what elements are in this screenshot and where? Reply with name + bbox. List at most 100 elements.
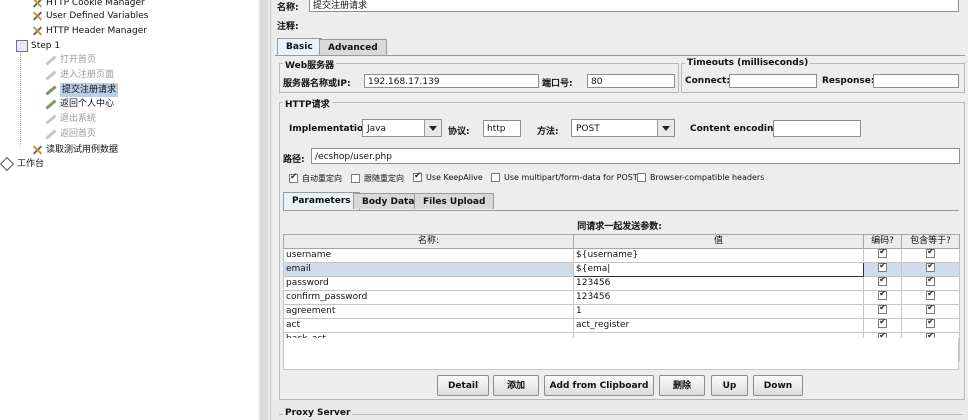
table-empty-area[interactable] bbox=[283, 338, 959, 370]
param-name-cell[interactable]: agreement bbox=[283, 304, 574, 319]
encode-cell[interactable] bbox=[863, 318, 902, 333]
include-equals-cell[interactable] bbox=[901, 318, 960, 333]
checkbox-icon[interactable] bbox=[351, 174, 360, 183]
name-label: 名称: bbox=[277, 3, 299, 13]
checkbox-icon[interactable] bbox=[413, 171, 422, 182]
response-field[interactable] bbox=[873, 74, 959, 88]
table-row[interactable]: username ${username} bbox=[283, 248, 960, 263]
param-name-cell[interactable]: password bbox=[283, 276, 574, 291]
option-checkbox[interactable]: 跟随重定向 bbox=[351, 173, 404, 184]
down-button[interactable]: Down bbox=[753, 375, 803, 396]
port-field[interactable]: 80 bbox=[587, 74, 675, 88]
add-from-clipboard-button[interactable]: Add from Clipboard bbox=[544, 375, 654, 396]
checkbox-icon[interactable] bbox=[289, 172, 298, 183]
chevron-down-icon[interactable] bbox=[424, 120, 441, 136]
option-checkbox[interactable]: Use multipart/form-data for POST bbox=[491, 173, 638, 182]
table-row[interactable]: act act_register bbox=[283, 318, 960, 333]
connect-label: Connect: bbox=[685, 76, 730, 86]
detail-button[interactable]: Detail bbox=[437, 375, 489, 396]
tree-item[interactable]: 工作台 bbox=[0, 156, 44, 172]
encode-cell[interactable] bbox=[863, 290, 902, 305]
test-plan-tree[interactable]: HTTP Cookie Manager User Defined Variable… bbox=[0, 0, 259, 420]
tab-files-upload[interactable]: Files Upload bbox=[414, 193, 495, 209]
sampler-panel: 名称: 提交注册请求 注释: Basic Advanced Web服务器 服务器… bbox=[271, 0, 968, 420]
tree-item[interactable]: Step 1 bbox=[16, 39, 60, 53]
checkbox-icon[interactable] bbox=[491, 173, 500, 182]
option-checkbox[interactable]: 自动重定向 bbox=[289, 172, 342, 184]
checkbox-icon[interactable] bbox=[926, 277, 935, 286]
tree-item[interactable]: 返回个人中心 bbox=[44, 97, 114, 111]
table-row[interactable]: email ${ema| bbox=[283, 262, 960, 277]
encode-cell[interactable] bbox=[863, 262, 902, 277]
checkbox-icon[interactable] bbox=[878, 277, 887, 286]
checkbox-icon[interactable] bbox=[878, 291, 887, 300]
tab-parameters[interactable]: Parameters bbox=[283, 192, 360, 210]
checkbox-icon[interactable] bbox=[926, 291, 935, 300]
server-field[interactable]: 192.168.17.139 bbox=[364, 74, 539, 88]
column-header-include-equals[interactable]: 包含等于? bbox=[901, 234, 960, 249]
param-value-cell[interactable]: ${username} bbox=[573, 248, 864, 263]
encode-cell[interactable] bbox=[863, 304, 902, 319]
include-equals-cell[interactable] bbox=[901, 290, 960, 305]
include-equals-cell[interactable] bbox=[901, 248, 960, 263]
checkbox-icon[interactable] bbox=[926, 319, 935, 328]
encode-cell[interactable] bbox=[863, 248, 902, 263]
scrollbar-thumb[interactable] bbox=[260, 0, 268, 420]
checkbox-icon[interactable] bbox=[926, 305, 935, 314]
table-row[interactable]: agreement 1 bbox=[283, 304, 960, 319]
checkbox-icon[interactable] bbox=[926, 263, 935, 272]
up-button[interactable]: Up bbox=[711, 375, 748, 396]
content-encoding-field[interactable] bbox=[773, 120, 861, 137]
tree-item[interactable]: HTTP Header Manager bbox=[30, 24, 147, 38]
tab-body-data[interactable]: Body Data bbox=[353, 193, 424, 209]
tree-item[interactable]: 进入注册页面 bbox=[44, 68, 114, 82]
checkbox-icon[interactable] bbox=[878, 249, 887, 258]
checkbox-icon[interactable] bbox=[637, 173, 646, 182]
option-checkbox[interactable]: Use KeepAlive bbox=[413, 171, 483, 182]
tree-item[interactable]: 返回首页 bbox=[44, 127, 96, 141]
table-row[interactable]: confirm_password 123456 bbox=[283, 290, 960, 305]
tab-basic[interactable]: Basic bbox=[277, 38, 322, 56]
column-header-value[interactable]: 值 bbox=[573, 234, 864, 249]
name-field[interactable]: 提交注册请求 bbox=[309, 0, 959, 12]
param-value-cell[interactable]: 1 bbox=[573, 304, 864, 319]
param-name-cell[interactable]: act bbox=[283, 318, 574, 333]
chevron-down-icon[interactable] bbox=[657, 120, 674, 136]
delete-button[interactable]: 删除 bbox=[659, 375, 705, 396]
add-button[interactable]: 添加 bbox=[493, 375, 539, 396]
connect-field[interactable] bbox=[729, 74, 817, 88]
include-equals-cell[interactable] bbox=[901, 276, 960, 291]
param-value-cell[interactable]: 123456 bbox=[573, 290, 864, 305]
tree-item[interactable]: 打开首页 bbox=[44, 53, 96, 67]
param-value-cell[interactable]: 123456 bbox=[573, 276, 864, 291]
protocol-field[interactable]: http bbox=[483, 120, 521, 137]
implementation-select[interactable]: Java bbox=[362, 119, 442, 137]
tree-item[interactable]: User Defined Variables bbox=[30, 9, 148, 23]
pen-icon bbox=[44, 113, 57, 125]
tree-scrollbar[interactable] bbox=[258, 0, 271, 420]
method-select[interactable]: POST bbox=[571, 119, 675, 137]
param-name-cell[interactable]: username bbox=[283, 248, 574, 263]
param-name-cell[interactable]: email bbox=[283, 262, 574, 277]
param-value-cell[interactable]: act_register bbox=[573, 318, 864, 333]
table-row[interactable]: password 123456 bbox=[283, 276, 960, 291]
param-value-cell[interactable]: ${ema| bbox=[573, 262, 864, 277]
column-header-name[interactable]: 名称: bbox=[283, 234, 574, 249]
param-name-cell[interactable]: confirm_password bbox=[283, 290, 574, 305]
checkbox-icon[interactable] bbox=[926, 249, 935, 258]
checkbox-icon[interactable] bbox=[878, 319, 887, 328]
include-equals-cell[interactable] bbox=[901, 262, 960, 277]
include-equals-cell[interactable] bbox=[901, 304, 960, 319]
tree-item[interactable]: 退出系统 bbox=[44, 112, 96, 126]
checkbox-icon[interactable] bbox=[878, 305, 887, 314]
tree-item[interactable]: 提交注册请求 bbox=[44, 83, 119, 97]
tree-item[interactable]: 读取测试用例数据 bbox=[30, 143, 118, 157]
tab-advanced[interactable]: Advanced bbox=[319, 39, 387, 55]
encode-cell[interactable] bbox=[863, 276, 902, 291]
option-checkbox[interactable]: Browser-compatible headers bbox=[637, 173, 764, 182]
params-table-title: 同请求一起发送参数: bbox=[577, 222, 662, 232]
checkbox-icon[interactable] bbox=[878, 263, 887, 272]
path-field[interactable]: /ecshop/user.php bbox=[311, 148, 960, 164]
wrench-icon bbox=[30, 0, 43, 9]
column-header-encode[interactable]: 编码? bbox=[863, 234, 902, 249]
